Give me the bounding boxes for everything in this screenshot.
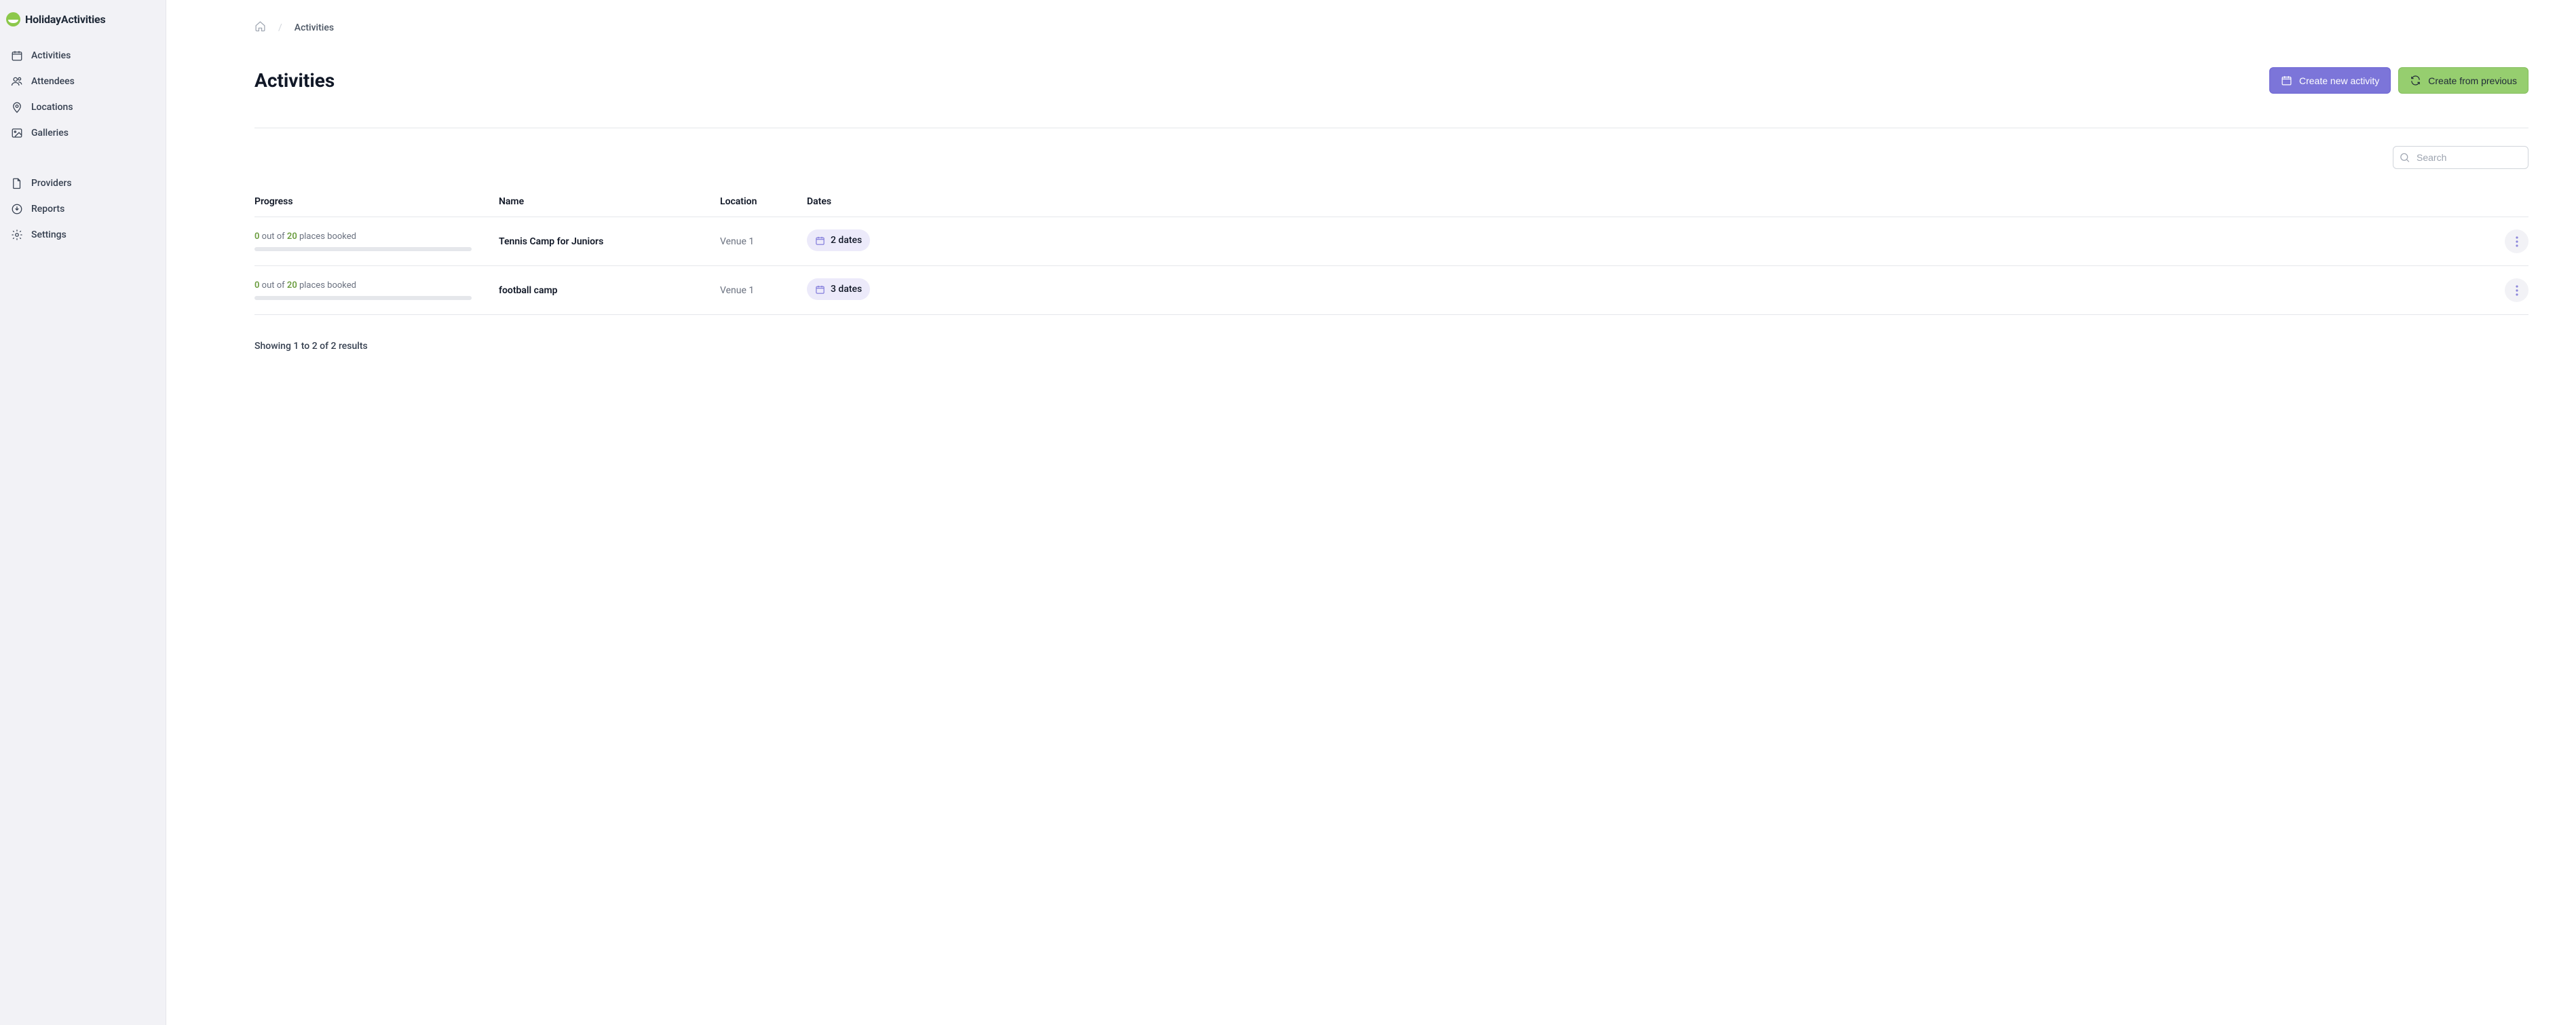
sidebar-item-locations[interactable]: Locations bbox=[5, 94, 160, 120]
map-pin-icon bbox=[11, 101, 23, 113]
sidebar-item-activities[interactable]: Activities bbox=[5, 43, 160, 69]
sidebar-item-label: Attendees bbox=[31, 76, 75, 87]
breadcrumb: / Activities bbox=[254, 20, 2528, 35]
more-vertical-icon bbox=[2516, 285, 2518, 296]
more-vertical-icon bbox=[2516, 236, 2518, 247]
breadcrumb-current: Activities bbox=[295, 22, 334, 33]
column-header-dates[interactable]: Dates bbox=[807, 187, 2528, 217]
logo-mark-icon bbox=[6, 12, 20, 26]
sidebar-item-providers[interactable]: Providers bbox=[5, 170, 160, 196]
page-title: Activities bbox=[254, 69, 335, 92]
table-row: 0 out of 20 places booked Tennis Camp fo… bbox=[254, 217, 2528, 266]
refresh-icon bbox=[2410, 75, 2421, 86]
button-label: Create from previous bbox=[2428, 75, 2517, 86]
row-menu-button[interactable] bbox=[2505, 229, 2528, 253]
progress-bar bbox=[254, 296, 472, 300]
progress-bar bbox=[254, 247, 472, 251]
file-icon bbox=[11, 177, 23, 189]
brand-logo[interactable]: HolidayActivities bbox=[0, 12, 166, 43]
users-icon bbox=[11, 75, 23, 88]
sidebar-item-label: Settings bbox=[31, 229, 67, 240]
search-icon bbox=[2399, 152, 2410, 164]
column-header-progress[interactable]: Progress bbox=[254, 187, 499, 217]
dates-label: 2 dates bbox=[831, 235, 862, 246]
activity-name[interactable]: football camp bbox=[499, 266, 720, 315]
sidebar-item-settings[interactable]: Settings bbox=[5, 222, 160, 248]
button-label: Create new activity bbox=[2299, 75, 2379, 86]
sidebar-item-galleries[interactable]: Galleries bbox=[5, 120, 160, 146]
column-header-location[interactable]: Location bbox=[720, 187, 807, 217]
image-icon bbox=[11, 127, 23, 139]
sidebar-item-label: Activities bbox=[31, 50, 71, 61]
brand-name: HolidayActivities bbox=[25, 13, 105, 26]
search-wrap bbox=[2393, 146, 2528, 169]
search-input[interactable] bbox=[2393, 146, 2528, 169]
progress-text: 0 out of 20 places booked bbox=[254, 280, 472, 291]
sidebar-item-attendees[interactable]: Attendees bbox=[5, 69, 160, 94]
sidebar-item-label: Providers bbox=[31, 178, 72, 189]
sidebar-item-reports[interactable]: Reports bbox=[5, 196, 160, 222]
column-header-name[interactable]: Name bbox=[499, 187, 720, 217]
create-from-previous-button[interactable]: Create from previous bbox=[2398, 67, 2528, 94]
calendar-icon bbox=[815, 236, 825, 246]
activity-name[interactable]: Tennis Camp for Juniors bbox=[499, 217, 720, 266]
results-summary: Showing 1 to 2 of 2 results bbox=[254, 341, 2528, 352]
activity-location: Venue 1 bbox=[720, 217, 807, 266]
calendar-icon bbox=[815, 284, 825, 295]
home-icon bbox=[254, 20, 266, 32]
progress-text: 0 out of 20 places booked bbox=[254, 231, 472, 242]
sidebar-item-label: Galleries bbox=[31, 128, 69, 138]
create-new-activity-button[interactable]: Create new activity bbox=[2269, 67, 2391, 94]
sidebar: HolidayActivities Activities Attendees L… bbox=[0, 0, 166, 1025]
main-content: / Activities Activities Create new activ… bbox=[166, 0, 2576, 1025]
dates-badge[interactable]: 3 dates bbox=[807, 278, 870, 300]
activities-table: Progress Name Location Dates 0 out of 20… bbox=[254, 187, 2528, 315]
download-icon bbox=[11, 203, 23, 215]
gear-icon bbox=[11, 229, 23, 241]
sidebar-item-label: Locations bbox=[31, 102, 73, 113]
breadcrumb-home[interactable] bbox=[254, 20, 266, 35]
row-menu-button[interactable] bbox=[2505, 278, 2528, 302]
activity-location: Venue 1 bbox=[720, 266, 807, 315]
dates-badge[interactable]: 2 dates bbox=[807, 229, 870, 251]
sidebar-item-label: Reports bbox=[31, 204, 64, 215]
calendar-icon bbox=[11, 50, 23, 62]
table-row: 0 out of 20 places booked football camp … bbox=[254, 266, 2528, 315]
breadcrumb-separator: / bbox=[278, 22, 282, 33]
dates-label: 3 dates bbox=[831, 284, 862, 295]
calendar-icon bbox=[2281, 75, 2292, 86]
